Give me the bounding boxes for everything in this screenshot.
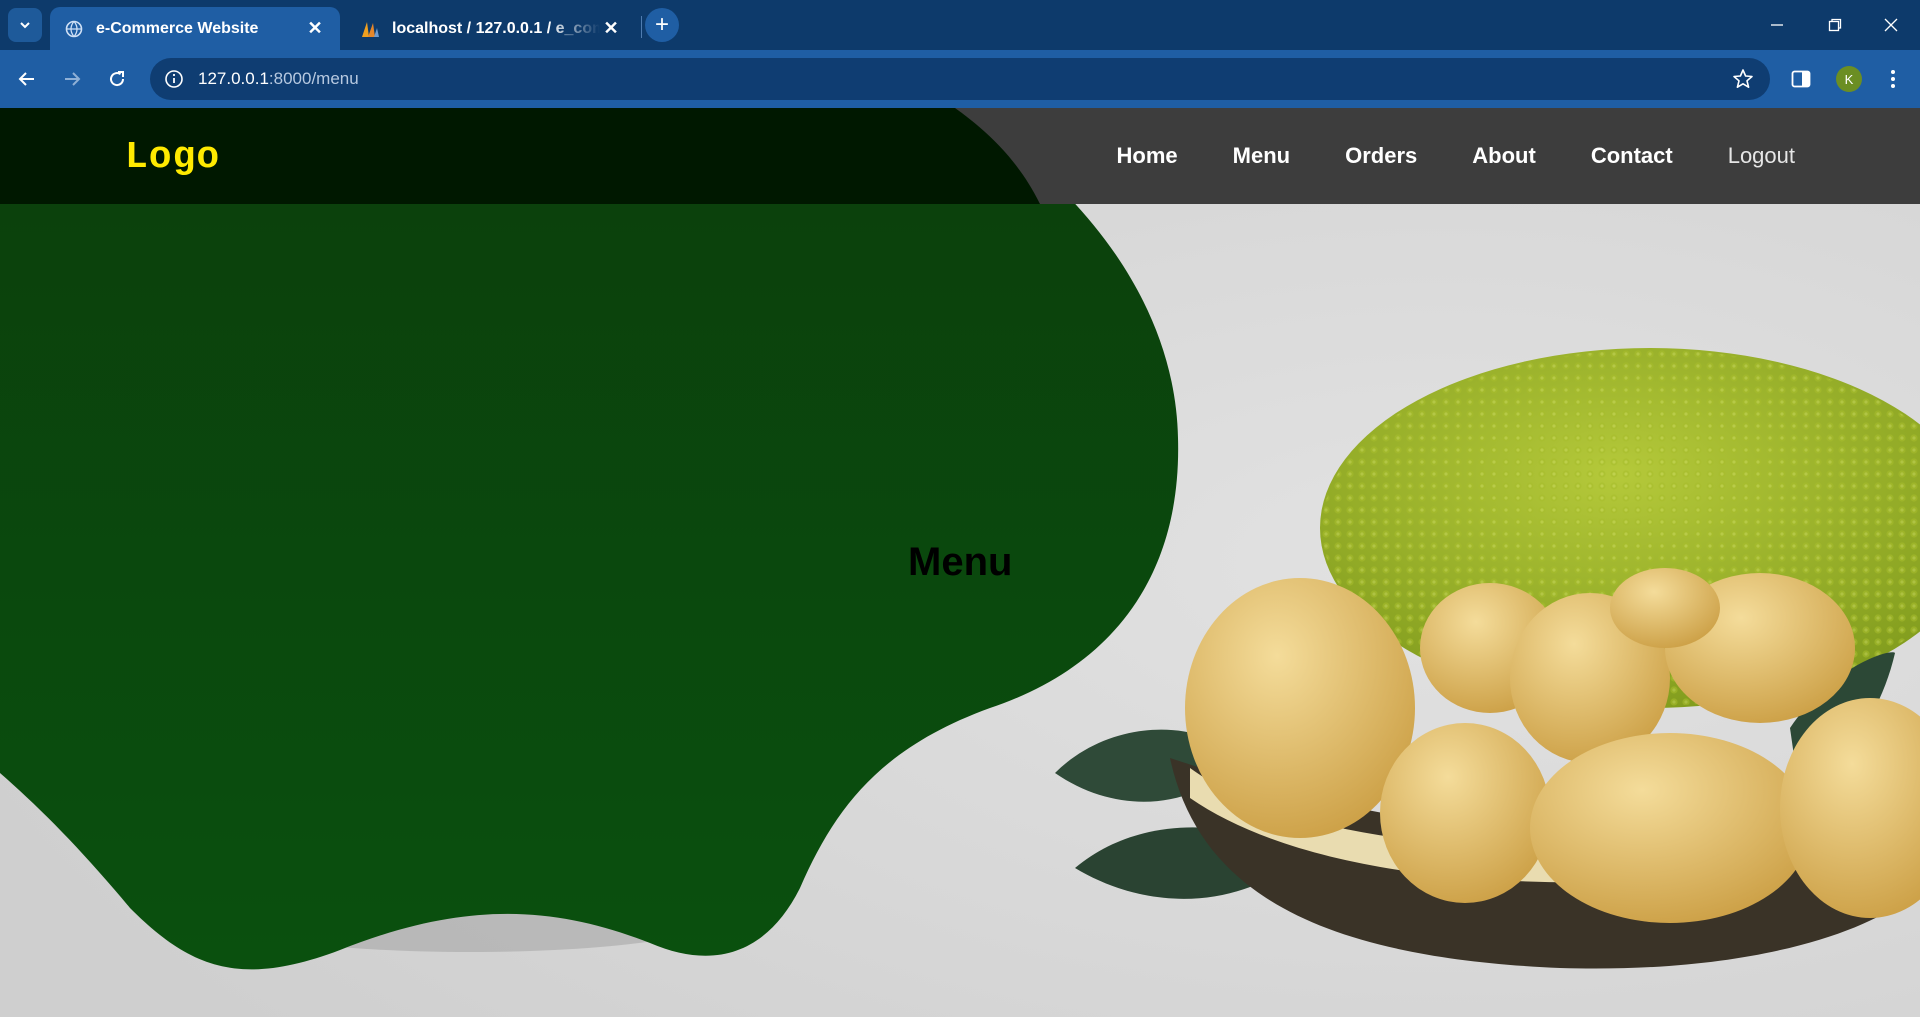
minimize-button[interactable] bbox=[1748, 0, 1806, 50]
main-nav: Home Menu Orders About Contact Logout bbox=[1117, 108, 1795, 204]
profile-avatar[interactable]: K bbox=[1836, 66, 1862, 92]
phpmyadmin-icon bbox=[360, 19, 380, 39]
url-host: 127.0.0.1 bbox=[198, 69, 269, 88]
reload-icon bbox=[110, 71, 125, 87]
minimize-icon bbox=[1771, 24, 1783, 26]
tab-title: localhost / 127.0.0.1 / e_commerce bbox=[392, 19, 600, 37]
arrow-left-icon bbox=[18, 72, 34, 86]
site-logo[interactable]: Logo bbox=[125, 136, 220, 179]
chevron-down-icon bbox=[20, 22, 30, 29]
browser-toolbar: 127.0.0.1:8000/menu K bbox=[0, 50, 1920, 108]
tab-ecommerce[interactable]: e-Commerce Website ✕ bbox=[50, 7, 340, 50]
more-vertical-icon bbox=[1891, 70, 1895, 88]
tab-separator bbox=[641, 16, 642, 38]
forward-button[interactable] bbox=[54, 61, 90, 97]
tab-search-button[interactable] bbox=[8, 8, 42, 42]
fruit-pod bbox=[1185, 578, 1415, 838]
address-bar[interactable]: 127.0.0.1:8000/menu bbox=[150, 58, 1770, 100]
url-path: :8000/menu bbox=[268, 69, 359, 88]
arrow-right-icon bbox=[65, 72, 81, 86]
fruit-pod bbox=[1380, 723, 1550, 903]
nav-home[interactable]: Home bbox=[1117, 143, 1178, 169]
tab-phpmyadmin[interactable]: localhost / 127.0.0.1 / e_commerce ✕ bbox=[346, 7, 636, 50]
bookmark-star-icon[interactable] bbox=[1732, 68, 1754, 95]
close-tab-icon[interactable]: ✕ bbox=[600, 18, 622, 40]
page-viewport: Logo Home Menu Orders About Contact Logo… bbox=[0, 108, 1920, 1017]
nav-contact[interactable]: Contact bbox=[1591, 143, 1673, 169]
side-panel-button[interactable] bbox=[1783, 61, 1819, 97]
back-button[interactable] bbox=[9, 61, 45, 97]
fruit-pod bbox=[1530, 733, 1810, 923]
tab-title: e-Commerce Website bbox=[96, 19, 259, 37]
browser-tab-bar: e-Commerce Website ✕ localhost / 127.0.0… bbox=[0, 0, 1920, 50]
nav-about[interactable]: About bbox=[1472, 143, 1536, 169]
nav-logout[interactable]: Logout bbox=[1728, 143, 1795, 169]
restore-button[interactable] bbox=[1806, 0, 1864, 50]
nav-orders[interactable]: Orders bbox=[1345, 143, 1417, 169]
nav-menu[interactable]: Menu bbox=[1233, 143, 1290, 169]
browser-menu-button[interactable] bbox=[1875, 61, 1911, 97]
close-window-button[interactable] bbox=[1862, 0, 1920, 50]
new-tab-button[interactable]: + bbox=[645, 8, 679, 42]
close-tab-icon[interactable]: ✕ bbox=[304, 18, 326, 40]
close-icon bbox=[1884, 18, 1898, 32]
side-panel-icon bbox=[1791, 70, 1811, 88]
page-title: Menu bbox=[908, 540, 1013, 584]
site-info-icon[interactable] bbox=[164, 69, 184, 89]
site-header: Logo Home Menu Orders About Contact Logo… bbox=[0, 108, 1920, 204]
reload-button[interactable] bbox=[99, 61, 135, 97]
fruit-pod bbox=[1610, 568, 1720, 648]
globe-icon bbox=[64, 19, 84, 39]
restore-icon bbox=[1828, 18, 1842, 32]
